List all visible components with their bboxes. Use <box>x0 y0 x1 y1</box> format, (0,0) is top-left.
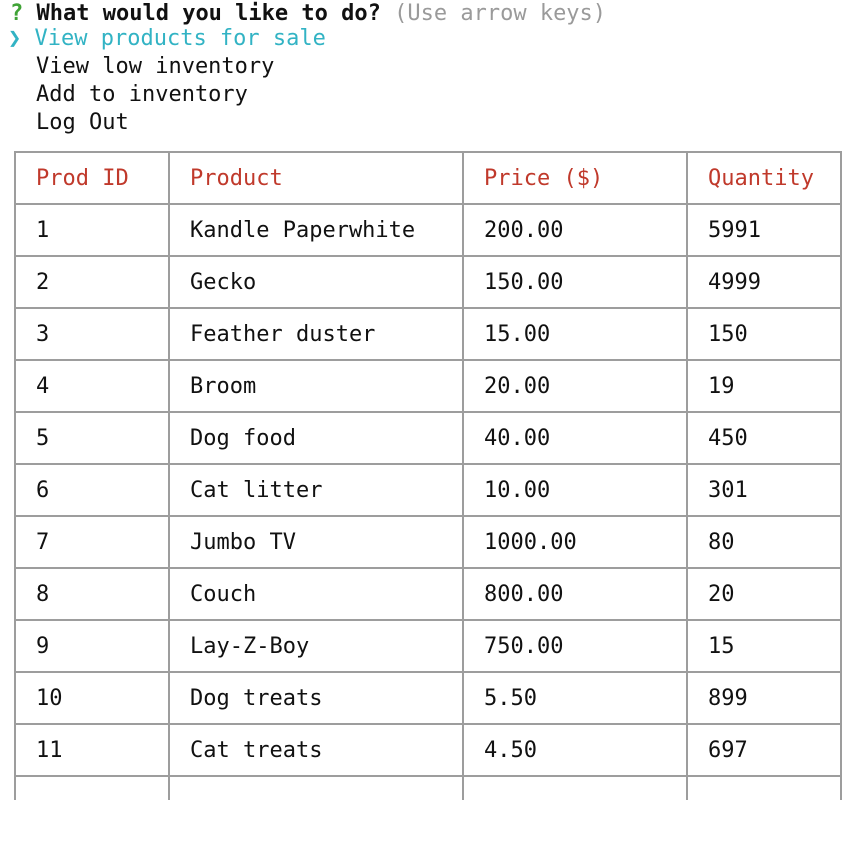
cell-price: 20.00 <box>462 359 688 413</box>
cell-quantity: 150 <box>686 307 842 361</box>
header-prod-id: Prod ID <box>14 151 170 205</box>
cell-prod-id: 11 <box>14 723 170 777</box>
table-row-partial <box>14 775 842 800</box>
cell-quantity: 450 <box>686 411 842 465</box>
cell-prod-id: 3 <box>14 307 170 361</box>
table-row: 2 Gecko 150.00 4999 <box>14 255 842 309</box>
cell-quantity: 15 <box>686 619 842 673</box>
table-row: 9 Lay-Z-Boy 750.00 15 <box>14 619 842 673</box>
cell-quantity: 899 <box>686 671 842 725</box>
cell-quantity: 4999 <box>686 255 842 309</box>
cell-prod-id: 5 <box>14 411 170 465</box>
cell-price: 15.00 <box>462 307 688 361</box>
cell-prod-id: 10 <box>14 671 170 725</box>
cell-product: Gecko <box>168 255 464 309</box>
cell-quantity: 19 <box>686 359 842 413</box>
terminal-window: ? What would you like to do? (Use arrow … <box>0 0 856 842</box>
cell-product: Dog treats <box>168 671 464 725</box>
cell-quantity: 301 <box>686 463 842 517</box>
table-row: 5 Dog food 40.00 450 <box>14 411 842 465</box>
cell-price: 10.00 <box>462 463 688 517</box>
cell-product: Broom <box>168 359 464 413</box>
cell-product: Lay-Z-Boy <box>168 619 464 673</box>
cell-price: 40.00 <box>462 411 688 465</box>
cell-product: Dog food <box>168 411 464 465</box>
cell-empty <box>14 775 170 800</box>
table-row: 7 Jumbo TV 1000.00 80 <box>14 515 842 569</box>
table-row: 8 Couch 800.00 20 <box>14 567 842 621</box>
cell-product: Couch <box>168 567 464 621</box>
cell-empty <box>686 775 842 800</box>
products-table: Prod ID Product Price ($) Quantity 1 Kan… <box>14 151 842 800</box>
cell-prod-id: 1 <box>14 203 170 257</box>
prompt-question: What would you like to do? <box>36 1 381 26</box>
cell-quantity: 20 <box>686 567 842 621</box>
table-row: 10 Dog treats 5.50 899 <box>14 671 842 725</box>
header-price: Price ($) <box>462 151 688 205</box>
cell-price: 150.00 <box>462 255 688 309</box>
prompt-marker: ? <box>10 1 24 26</box>
cell-price: 200.00 <box>462 203 688 257</box>
pointer-icon: ❯ <box>8 26 22 51</box>
header-product: Product <box>168 151 464 205</box>
cell-prod-id: 2 <box>14 255 170 309</box>
cell-quantity: 80 <box>686 515 842 569</box>
cell-price: 750.00 <box>462 619 688 673</box>
cell-price: 1000.00 <box>462 515 688 569</box>
cell-price: 4.50 <box>462 723 688 777</box>
menu-item-add-inventory[interactable]: Add to inventory <box>36 81 248 109</box>
cell-prod-id: 6 <box>14 463 170 517</box>
cell-empty <box>168 775 464 800</box>
cell-product: Cat litter <box>168 463 464 517</box>
table-row: 6 Cat litter 10.00 301 <box>14 463 842 517</box>
table-header-row: Prod ID Product Price ($) Quantity <box>14 151 842 205</box>
cell-product: Kandle Paperwhite <box>168 203 464 257</box>
menu-item-label: Add to inventory <box>36 82 248 107</box>
cell-empty <box>462 775 688 800</box>
table-row: 4 Broom 20.00 19 <box>14 359 842 413</box>
header-quantity: Quantity <box>686 151 842 205</box>
cell-product: Cat treats <box>168 723 464 777</box>
table-row: 1 Kandle Paperwhite 200.00 5991 <box>14 203 842 257</box>
menu-item-view-low-inventory[interactable]: View low inventory <box>36 53 274 81</box>
prompt-hint: (Use arrow keys) <box>394 1 607 26</box>
cell-prod-id: 7 <box>14 515 170 569</box>
cell-product: Feather duster <box>168 307 464 361</box>
menu-item-label: Log Out <box>36 110 129 135</box>
cell-prod-id: 8 <box>14 567 170 621</box>
table-row: 11 Cat treats 4.50 697 <box>14 723 842 777</box>
menu-item-view-products[interactable]: ❯ View products for sale <box>8 25 326 53</box>
menu-item-label: View products for sale <box>34 26 326 51</box>
menu-item-label: View low inventory <box>36 54 275 79</box>
cell-prod-id: 9 <box>14 619 170 673</box>
menu-item-log-out[interactable]: Log Out <box>36 109 129 137</box>
cell-prod-id: 4 <box>14 359 170 413</box>
cell-quantity: 5991 <box>686 203 842 257</box>
cell-price: 800.00 <box>462 567 688 621</box>
cell-price: 5.50 <box>462 671 688 725</box>
cell-quantity: 697 <box>686 723 842 777</box>
prompt-line: ? What would you like to do? (Use arrow … <box>10 0 606 28</box>
table-row: 3 Feather duster 15.00 150 <box>14 307 842 361</box>
cell-product: Jumbo TV <box>168 515 464 569</box>
